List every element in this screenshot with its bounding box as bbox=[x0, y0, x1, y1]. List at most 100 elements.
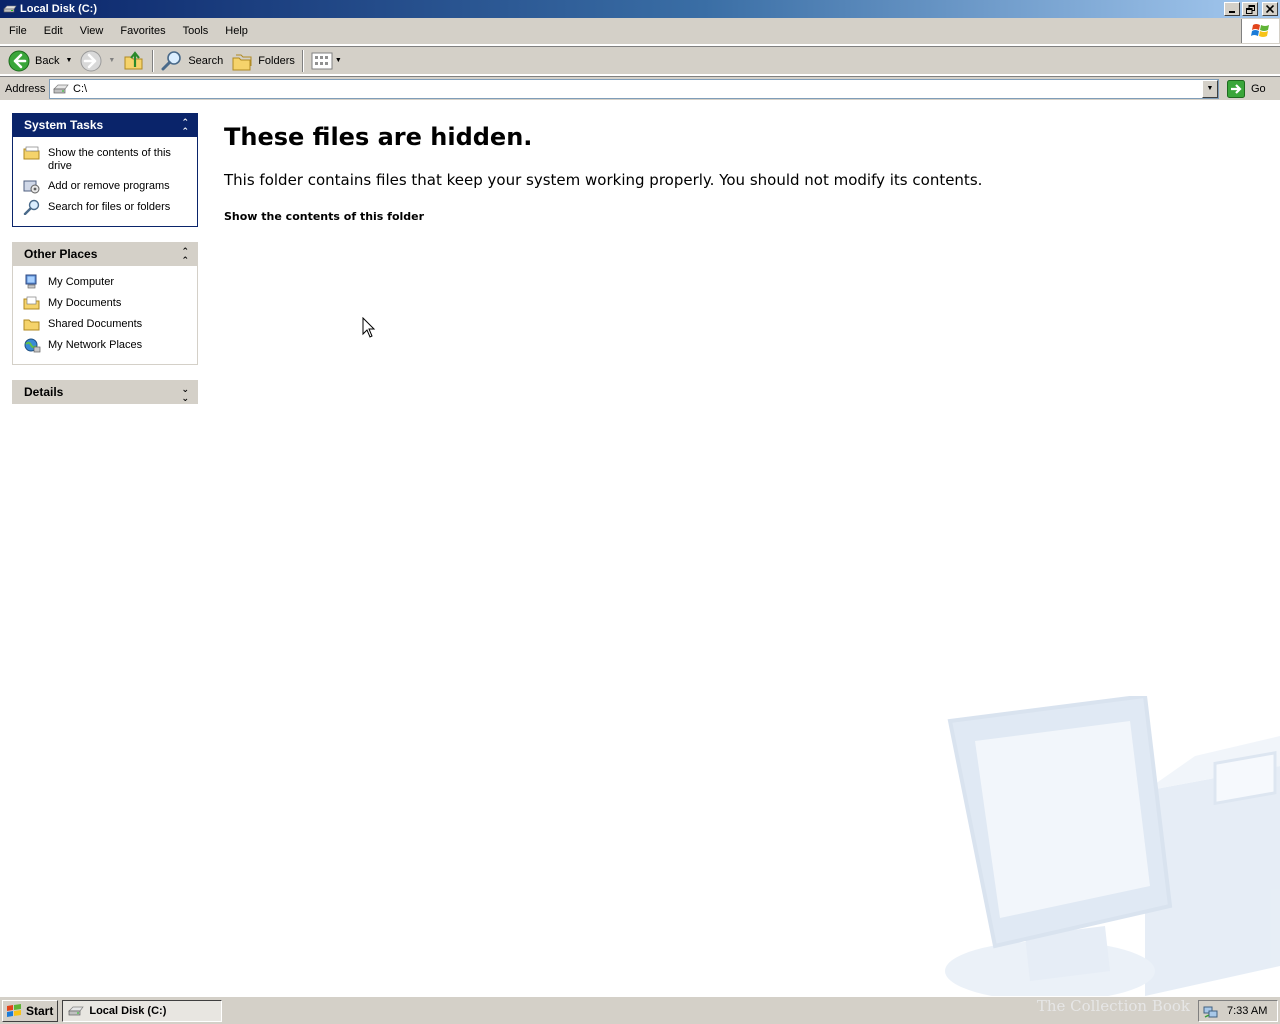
taskbar: Start Local Disk (C:) The Collection Boo… bbox=[0, 996, 1280, 1024]
up-folder-icon bbox=[124, 50, 143, 69]
back-button[interactable]: Back ▼ bbox=[4, 48, 76, 74]
back-arrow-icon bbox=[8, 50, 30, 71]
menu-bar: File Edit View Favorites Tools Help bbox=[0, 18, 1280, 45]
task-pane: System Tasks ⌃ ⌃ Show the contents of thi… bbox=[12, 113, 198, 419]
views-button[interactable]: ▼ bbox=[307, 48, 346, 74]
search-label: Search bbox=[188, 54, 224, 67]
drive-icon bbox=[53, 84, 69, 93]
search-icon bbox=[161, 50, 182, 70]
back-label: Back bbox=[35, 54, 60, 67]
place-label: Shared Documents bbox=[48, 318, 143, 330]
add-remove-programs-icon bbox=[23, 180, 40, 194]
folders-icon bbox=[232, 54, 252, 70]
forward-button[interactable]: ▼ bbox=[76, 48, 119, 74]
chevron-down-icon: ▼ bbox=[1206, 85, 1214, 92]
task-label: Show the contents of this drive bbox=[48, 147, 171, 172]
task-label: Search for files or folders bbox=[48, 201, 171, 213]
system-tasks-header[interactable]: System Tasks ⌃ ⌃ bbox=[12, 113, 198, 137]
address-input[interactable]: C:\ ▼ bbox=[49, 78, 1219, 99]
system-tray: 7:33 AM bbox=[1198, 999, 1278, 1022]
windows-flag-icon bbox=[1250, 24, 1269, 37]
search-icon bbox=[23, 199, 40, 215]
place-my-network-places[interactable]: My Network Places bbox=[23, 337, 197, 353]
place-label: My Network Places bbox=[48, 339, 143, 351]
main-view: System Tasks ⌃ ⌃ Show the contents of thi… bbox=[0, 101, 1280, 996]
go-label: Go bbox=[1251, 82, 1266, 95]
place-label: My Computer bbox=[48, 276, 115, 288]
forward-arrow-icon bbox=[80, 50, 102, 71]
network-places-icon bbox=[24, 338, 41, 353]
taskbar-window-label: Local Disk (C:) bbox=[89, 1004, 167, 1017]
close-button[interactable] bbox=[1262, 2, 1278, 16]
collapse-up-icon[interactable]: ⌃ ⌃ bbox=[181, 118, 189, 136]
address-label: Address bbox=[5, 82, 46, 95]
task-show-drive-contents[interactable]: Show the contents of this drive bbox=[23, 145, 197, 173]
drive-icon bbox=[3, 5, 17, 13]
other-places-title: Other Places bbox=[24, 247, 98, 261]
details-title: Details bbox=[24, 385, 64, 399]
network-tray-icon[interactable] bbox=[1203, 1003, 1219, 1019]
folders-button[interactable]: Folders bbox=[227, 48, 299, 74]
place-my-computer[interactable]: My Computer bbox=[23, 274, 197, 290]
views-dropdown-icon[interactable]: ▼ bbox=[335, 57, 342, 64]
standard-toolbar: Back ▼ ▼ Search Folders ▼ bbox=[0, 46, 1280, 75]
details-header[interactable]: Details ⌄ ⌄ bbox=[12, 380, 198, 404]
restore-icon bbox=[1245, 4, 1255, 14]
window-title: Local Disk (C:) bbox=[20, 3, 98, 15]
up-folder-button[interactable] bbox=[119, 48, 149, 74]
menu-help[interactable]: Help bbox=[216, 25, 256, 37]
computer-watermark-icon bbox=[945, 696, 1280, 996]
go-button[interactable]: Go bbox=[1227, 79, 1266, 98]
warning-message: This folder contains files that keep you… bbox=[224, 171, 983, 189]
hidden-files-message: These files are hidden. This folder cont… bbox=[224, 123, 982, 223]
address-bar: Address C:\ ▼ Go bbox=[0, 76, 1280, 100]
back-dropdown-icon[interactable]: ▼ bbox=[65, 57, 72, 64]
start-button[interactable]: Start bbox=[2, 999, 59, 1022]
menu-favorites[interactable]: Favorites bbox=[111, 25, 173, 37]
go-arrow-icon bbox=[1227, 79, 1245, 98]
address-value: C:\ bbox=[73, 82, 88, 95]
other-places-header[interactable]: Other Places ⌃ ⌃ bbox=[12, 242, 198, 266]
mouse-cursor-icon bbox=[362, 317, 376, 338]
taskbar-window-button[interactable]: Local Disk (C:) bbox=[62, 999, 223, 1022]
task-search-files[interactable]: Search for files or folders bbox=[23, 199, 197, 215]
task-label: Add or remove programs bbox=[48, 180, 170, 192]
show-folder-contents-link[interactable]: Show the contents of this folder bbox=[224, 210, 982, 223]
search-button[interactable]: Search bbox=[157, 48, 227, 74]
my-documents-icon bbox=[23, 296, 40, 310]
menu-file[interactable]: File bbox=[0, 25, 35, 37]
my-computer-icon bbox=[25, 274, 37, 289]
drive-icon bbox=[68, 1006, 85, 1015]
start-label: Start bbox=[26, 1003, 54, 1018]
views-grid-icon bbox=[311, 52, 333, 69]
system-tasks-panel: System Tasks ⌃ ⌃ Show the contents of thi… bbox=[12, 113, 198, 227]
show-contents-icon bbox=[23, 146, 40, 160]
restore-button[interactable] bbox=[1242, 2, 1258, 16]
windows-logo bbox=[1241, 19, 1279, 43]
address-dropdown-button[interactable]: ▼ bbox=[1202, 79, 1218, 98]
task-add-remove-programs[interactable]: Add or remove programs bbox=[23, 178, 197, 194]
system-tasks-title: System Tasks bbox=[24, 118, 104, 132]
other-places-panel: Other Places ⌃ ⌃ My Computer My Document… bbox=[12, 242, 198, 365]
forward-dropdown-icon[interactable]: ▼ bbox=[108, 57, 115, 64]
menu-view[interactable]: View bbox=[71, 25, 112, 37]
collapse-up-icon[interactable]: ⌃ ⌃ bbox=[181, 247, 189, 265]
shared-documents-icon bbox=[23, 319, 40, 331]
menu-tools[interactable]: Tools bbox=[174, 25, 217, 37]
expand-down-icon[interactable]: ⌄ ⌄ bbox=[181, 385, 189, 403]
minimize-icon bbox=[1229, 11, 1235, 13]
details-panel: Details ⌄ ⌄ bbox=[12, 380, 198, 404]
menu-edit[interactable]: Edit bbox=[35, 25, 71, 37]
folders-label: Folders bbox=[258, 54, 295, 67]
page-title: These files are hidden. bbox=[224, 123, 533, 151]
place-shared-documents[interactable]: Shared Documents bbox=[23, 316, 197, 332]
place-label: My Documents bbox=[48, 297, 122, 309]
minimize-button[interactable] bbox=[1224, 2, 1240, 16]
close-icon bbox=[1266, 5, 1274, 13]
place-my-documents[interactable]: My Documents bbox=[23, 295, 197, 311]
title-bar: Local Disk (C:) bbox=[0, 0, 1280, 18]
system-tasks-body: Show the contents of this drive Add or r… bbox=[12, 137, 198, 227]
watermark-text: The Collection Book bbox=[1036, 997, 1190, 1015]
clock[interactable]: 7:33 AM bbox=[1227, 1005, 1267, 1017]
other-places-body: My Computer My Documents Shared Document… bbox=[12, 266, 198, 365]
